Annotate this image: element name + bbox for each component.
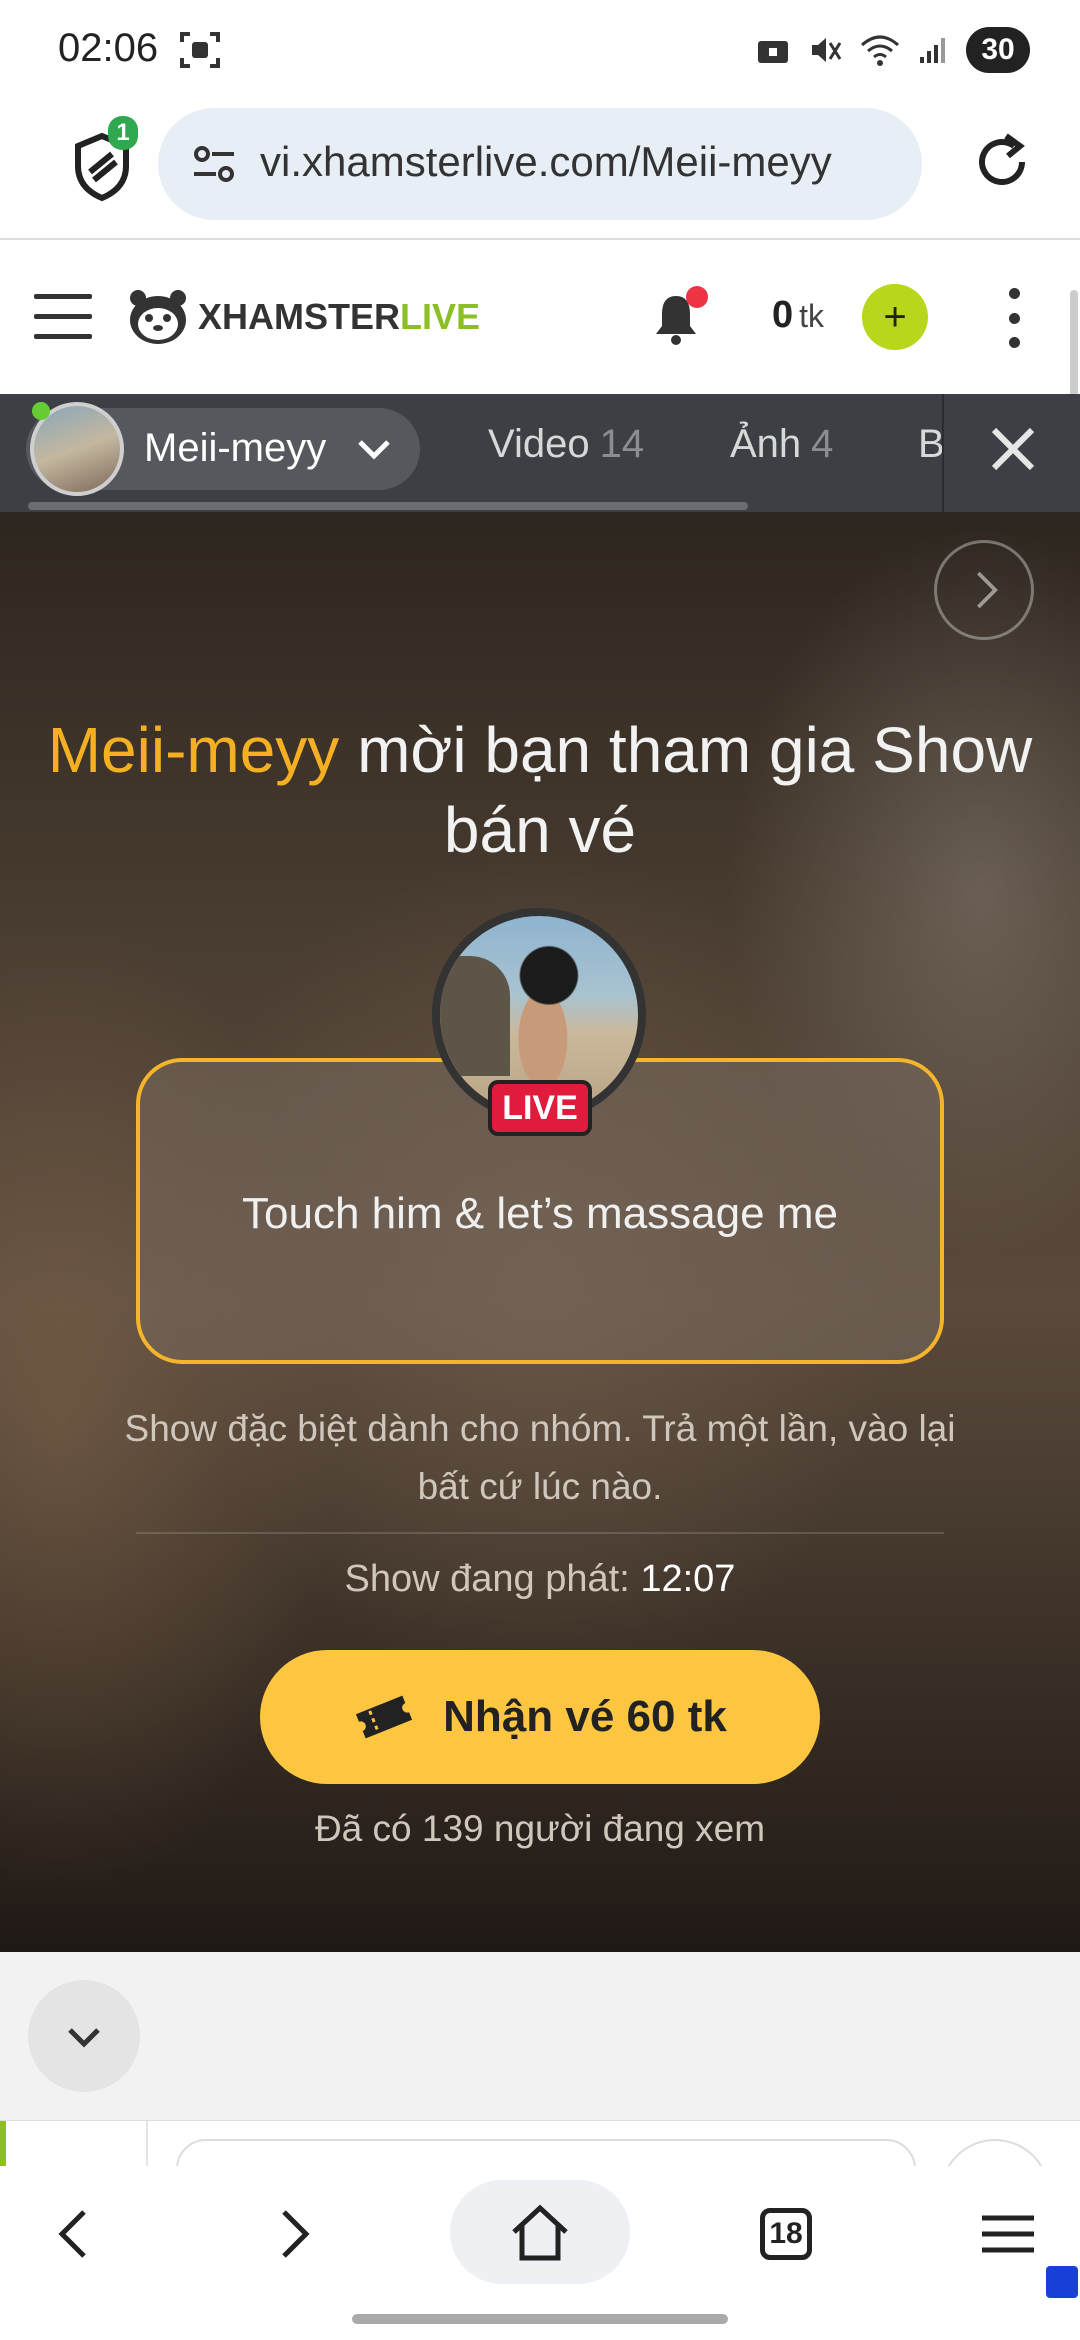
notification-dot	[686, 286, 708, 308]
url-text[interactable]: vi.xhamsterlive.com/Meii-meyy	[260, 138, 832, 186]
shield-badge: 1	[108, 116, 138, 150]
accent-strip	[0, 2121, 6, 2167]
live-badge: LIVE	[488, 1080, 592, 1136]
ticket-show-panel: Meii-meyy mời bạn tham gia Show bán vé T…	[0, 512, 1080, 1952]
tabs-count: 18	[760, 2208, 812, 2260]
wifi-icon	[861, 35, 899, 66]
hamster-logo-icon	[130, 290, 186, 344]
screen-record-icon	[180, 32, 220, 68]
tab-photos[interactable]: Ảnh 4	[730, 422, 833, 467]
battery-indicator: 30	[966, 27, 1030, 73]
menu-icon	[982, 2215, 1034, 2253]
close-icon[interactable]	[986, 422, 1040, 476]
browser-bottom-nav: 18	[0, 2166, 1080, 2340]
balance-value: 0	[772, 294, 794, 336]
reload-icon[interactable]	[970, 130, 1034, 194]
tab-video-count: 14	[599, 422, 645, 466]
site-logo[interactable]: XHAMSTERLIVE	[126, 288, 480, 346]
back-button[interactable]	[12, 2184, 132, 2284]
status-bar: 02:06 30	[0, 0, 1080, 100]
menu-icon[interactable]	[34, 294, 92, 340]
logo-text-live: LIVE	[400, 296, 481, 337]
home-button[interactable]	[450, 2180, 630, 2284]
model-name: Meii-meyy	[144, 426, 327, 470]
model-tab-bar: Meii-meyy Video 14 Ảnh 4 B	[0, 394, 1080, 512]
status-icons: 30	[756, 24, 1030, 76]
ticket-icon	[356, 1695, 413, 1739]
get-ticket-button[interactable]: Nhận vé 60 tk	[260, 1650, 820, 1784]
add-tokens-button[interactable]: +	[862, 284, 928, 350]
browser-bar: 1 vi.xhamsterlive.com/Meii-meyy	[0, 100, 1080, 240]
forward-arrow-icon	[282, 2210, 310, 2258]
forward-button[interactable]	[236, 2184, 356, 2284]
site-settings-icon[interactable]	[192, 144, 236, 184]
tab-photos-label: Ảnh	[730, 422, 802, 466]
get-ticket-label: Nhận vé 60 tk	[443, 1692, 727, 1741]
tab-more[interactable]: B	[918, 422, 945, 467]
tab-video-label: Video	[488, 422, 590, 466]
tab-photos-count: 4	[811, 422, 834, 466]
headline-model-name: Meii-meyy	[47, 714, 340, 786]
tab-video[interactable]: Video 14	[488, 422, 644, 467]
status-time: 02:06	[58, 26, 159, 70]
headline-text: mời bạn tham gia Show bán vé	[339, 714, 1033, 866]
balance-unit: tk	[799, 298, 825, 334]
tab-divider	[942, 394, 944, 512]
mute-icon	[812, 38, 842, 62]
chevron-down-icon	[358, 440, 390, 460]
show-airing-time: Show đang phát: 12:07	[0, 1558, 1080, 1601]
tab-scroll-indicator	[28, 502, 748, 510]
url-bar[interactable]: vi.xhamsterlive.com/Meii-meyy	[158, 108, 922, 220]
model-switcher[interactable]: Meii-meyy	[26, 402, 420, 496]
divider	[136, 1532, 944, 1534]
collapse-button[interactable]	[28, 1980, 140, 2092]
signal-icon	[920, 38, 945, 63]
online-status-dot	[32, 402, 50, 420]
chevron-right-icon[interactable]	[934, 540, 1034, 640]
corner-badge-icon	[1046, 2266, 1078, 2298]
invite-headline: Meii-meyy mời bạn tham gia Show bán vé	[40, 710, 1040, 870]
show-description: Show đặc biệt dành cho nhóm. Trả một lần…	[124, 1408, 956, 1507]
token-balance[interactable]: 0 tk	[772, 294, 824, 337]
divider	[146, 2121, 148, 2167]
home-icon	[512, 2204, 568, 2261]
show-topic-text: Touch him & let’s massage me	[242, 1189, 838, 1238]
logo-text-main: XHAMSTER	[198, 296, 401, 337]
back-arrow-icon	[58, 2210, 86, 2258]
tab-more-label: B	[918, 422, 945, 466]
more-options-icon[interactable]	[1004, 288, 1024, 348]
home-indicator[interactable]	[352, 2314, 728, 2324]
lock-folder-icon	[758, 41, 788, 63]
below-panel	[0, 1952, 1080, 2120]
airing-time-value: 12:07	[640, 1558, 736, 1600]
tabs-button[interactable]: 18	[726, 2184, 846, 2284]
viewer-count: Đã có 139 người đang xem	[314, 1808, 766, 1849]
chevron-down-icon	[68, 2028, 100, 2048]
chat-bar-peek	[0, 2120, 1080, 2249]
site-header: XHAMSTERLIVE 0 tk +	[0, 242, 1080, 394]
airing-label: Show đang phát:	[344, 1558, 630, 1600]
